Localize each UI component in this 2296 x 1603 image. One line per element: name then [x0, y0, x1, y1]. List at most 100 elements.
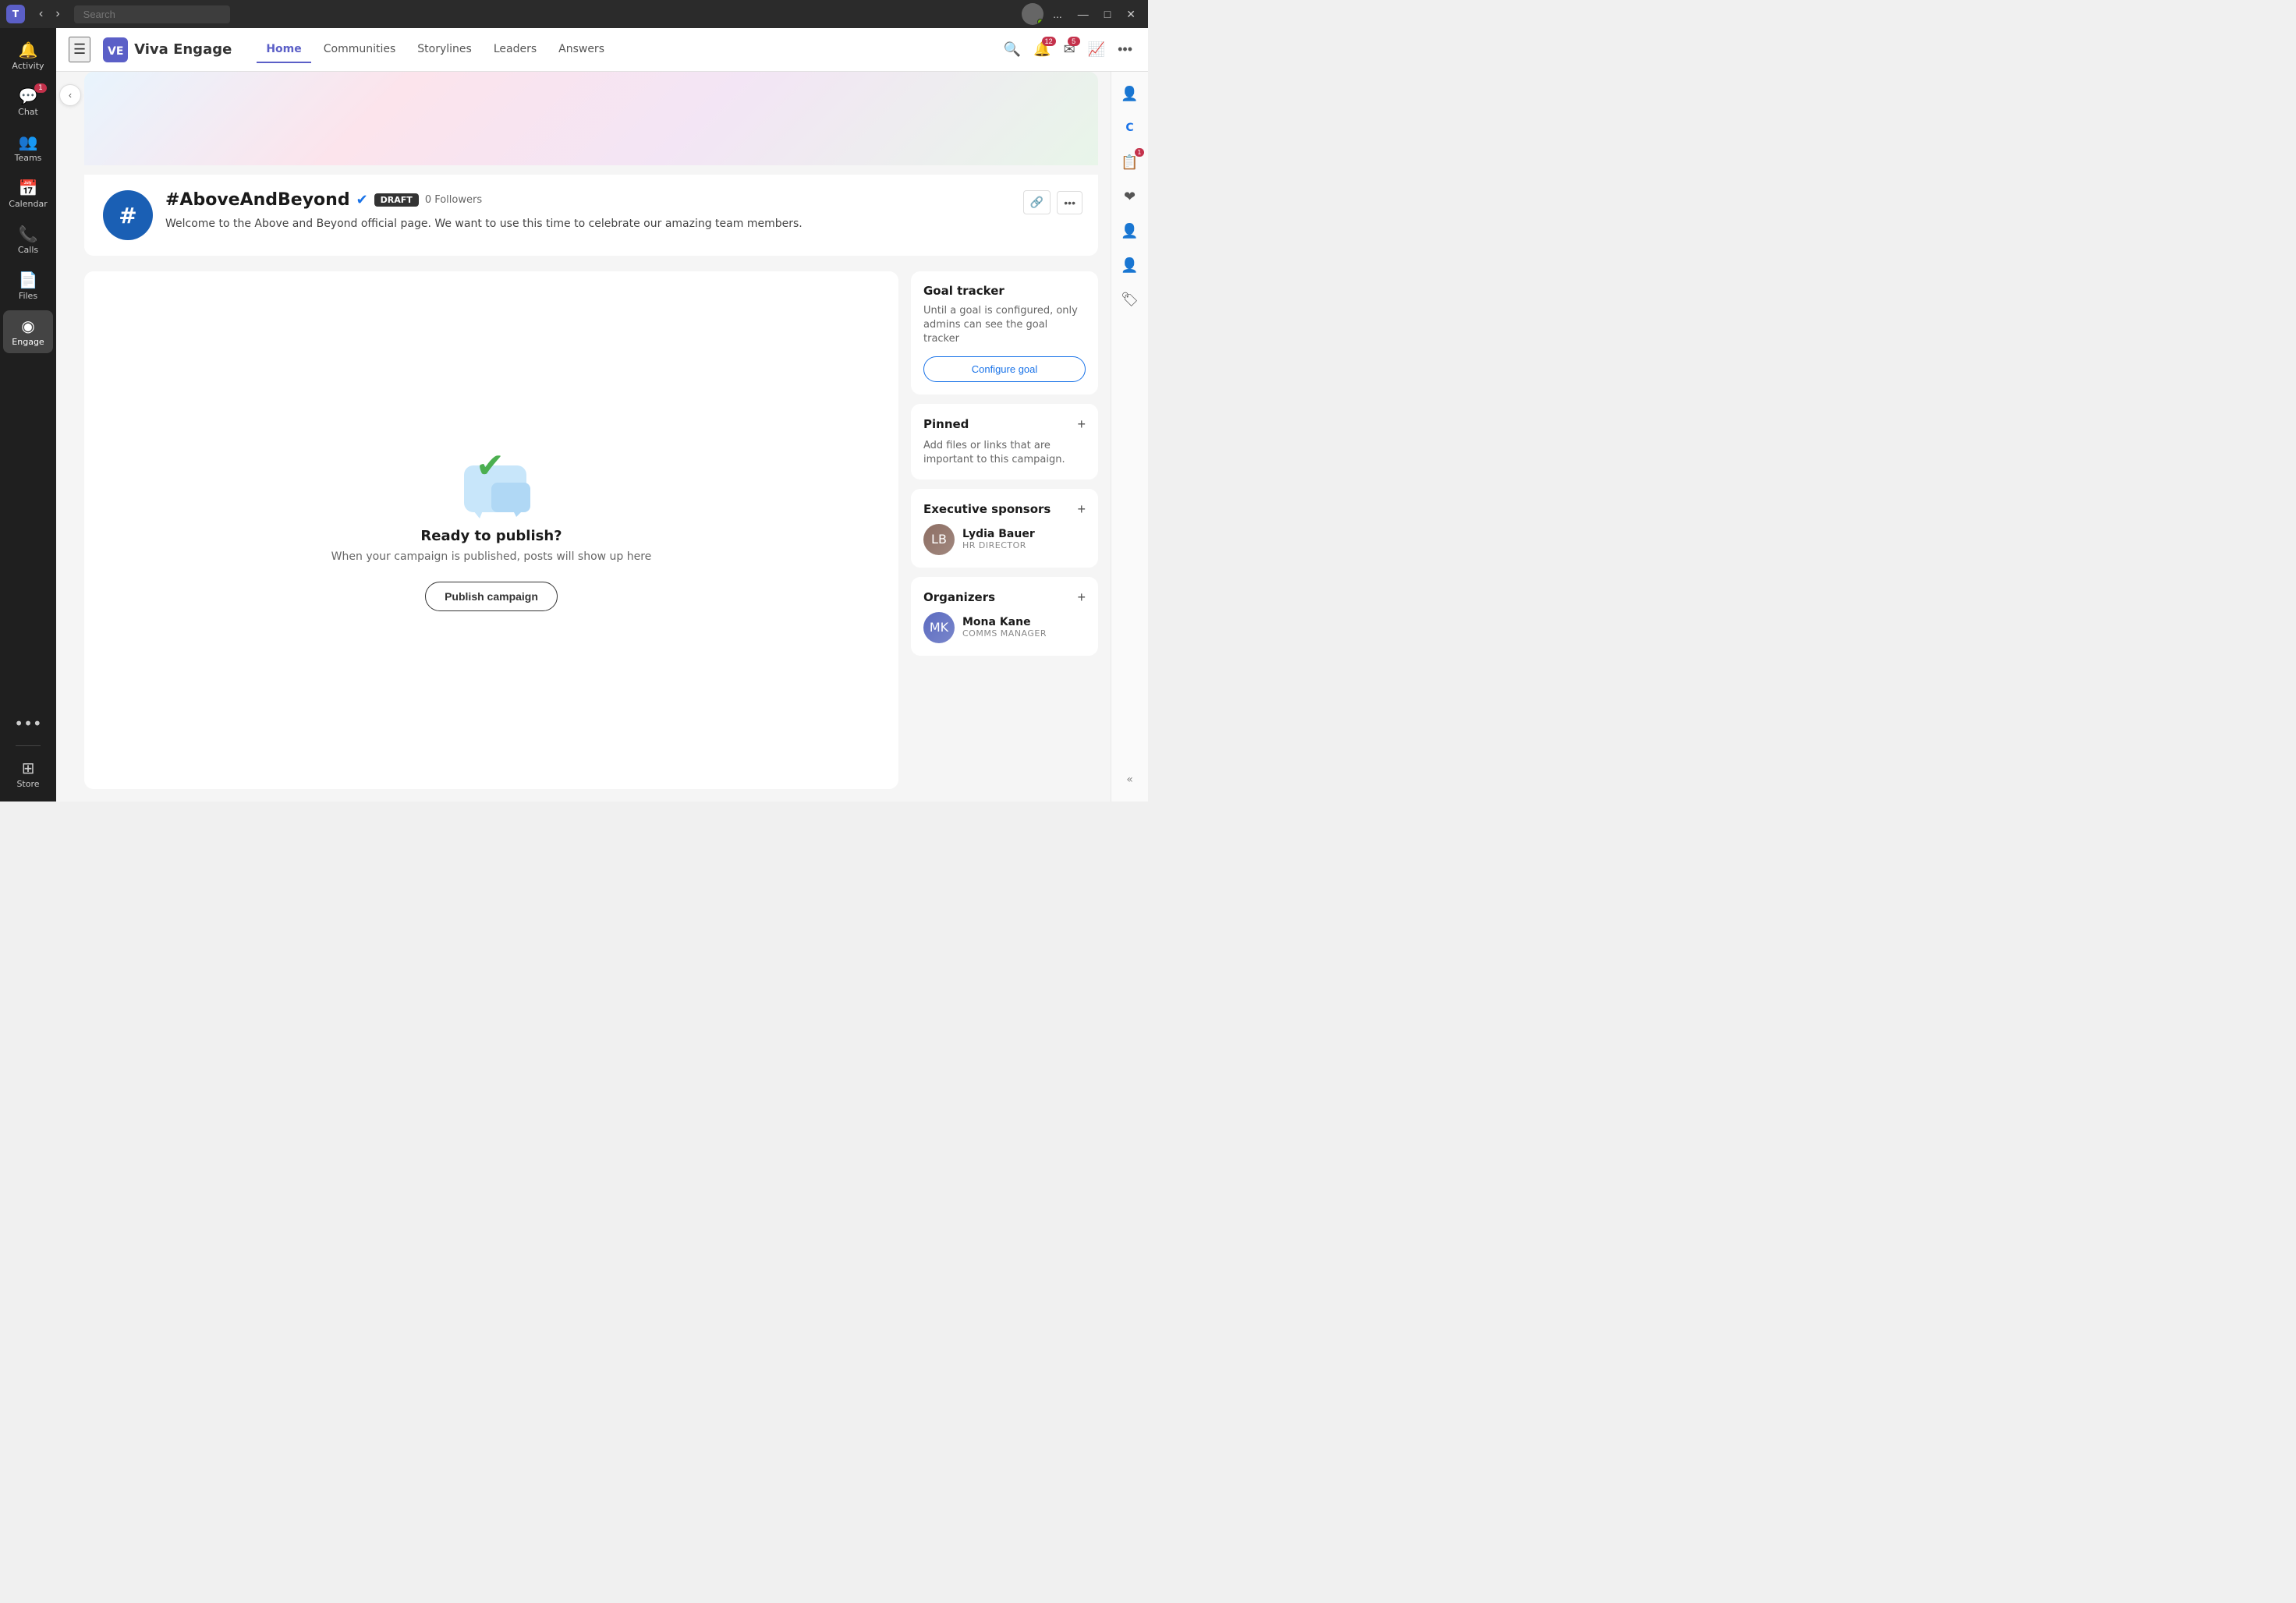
hamburger-button[interactable]: ☰: [69, 37, 90, 62]
sidebar-item-files[interactable]: 📄 Files: [3, 264, 53, 307]
sidebar-item-calls[interactable]: 📞 Calls: [3, 218, 53, 261]
sidebar-separator: [16, 745, 41, 746]
executive-sponsors-title: Executive sponsors: [923, 502, 1051, 516]
publish-illustration: ✔: [452, 450, 530, 512]
titlebar: T ‹ › ... — □ ✕: [0, 0, 1148, 28]
app-logo-text: Viva Engage: [134, 41, 232, 58]
chevrons-left-icon: «: [1126, 773, 1133, 786]
sidebar-item-activity[interactable]: 🔔 Activity: [3, 34, 53, 77]
maximize-button[interactable]: □: [1098, 5, 1117, 23]
pinned-header: Pinned +: [923, 416, 1086, 433]
tab-answers[interactable]: Answers: [549, 37, 614, 63]
organizers-widget: Organizers + MK Mona Kane COMMS MANAGER: [911, 577, 1098, 656]
lydia-name: Lydia Bauer: [962, 528, 1035, 540]
sidebar-item-chat[interactable]: 💬 1 Chat: [3, 80, 53, 123]
organizers-add-button[interactable]: +: [1077, 589, 1086, 606]
calls-icon: 📞: [19, 225, 38, 243]
executive-sponsors-add-button[interactable]: +: [1077, 501, 1086, 518]
organizer-row: MK Mona Kane COMMS MANAGER: [923, 612, 1086, 643]
mail-button[interactable]: ✉ 5: [1061, 38, 1079, 61]
sidebar-item-engage[interactable]: ◉ Engage: [3, 310, 53, 353]
executive-sponsor-row: LB Lydia Bauer HR DIRECTOR: [923, 524, 1086, 555]
store-icon: ⊞: [22, 759, 35, 777]
notifications-button[interactable]: 🔔 12: [1030, 38, 1054, 61]
sidebar-item-label-calendar: Calendar: [9, 199, 47, 209]
tab-leaders[interactable]: Leaders: [484, 37, 546, 63]
right-panel-app5[interactable]: 👤: [1114, 249, 1146, 281]
back-button[interactable]: ‹: [34, 5, 48, 23]
titlebar-search-input[interactable]: [74, 5, 230, 23]
main-area: ☰ VE Viva Engage Home Communities Storyl…: [56, 28, 1148, 802]
topbar-actions: 🔍 🔔 12 ✉ 5 📈 •••: [1001, 38, 1136, 61]
right-panel-app6[interactable]: 🏷: [1114, 284, 1146, 315]
lydia-role: HR DIRECTOR: [962, 540, 1035, 550]
campaign-title: #AboveAndBeyond: [165, 190, 350, 210]
calendar-icon: 📅: [19, 179, 38, 197]
titlebar-more-button[interactable]: ...: [1047, 5, 1068, 23]
chat-badge: 1: [34, 83, 47, 93]
user-avatar-icon: 👤: [1121, 86, 1138, 102]
close-button[interactable]: ✕: [1120, 5, 1142, 24]
notifications-badge: 12: [1042, 37, 1056, 46]
analytics-button[interactable]: 📈: [1085, 38, 1108, 61]
app1-icon: C: [1125, 122, 1133, 134]
campaign-content: # #AboveAndBeyond ✔ DRAFT 0 Followers We…: [84, 72, 1111, 802]
mona-role: COMMS MANAGER: [962, 628, 1047, 639]
pinned-widget: Pinned + Add files or links that are imp…: [911, 404, 1098, 479]
configure-goal-button[interactable]: Configure goal: [923, 356, 1086, 382]
goal-tracker-title: Goal tracker: [923, 284, 1004, 298]
card-actions: 🔗 •••: [1023, 190, 1082, 214]
collapse-sidebar-button[interactable]: ‹: [59, 84, 81, 106]
campaign-logo: #: [103, 190, 153, 240]
forward-button[interactable]: ›: [51, 5, 64, 23]
pinned-description: Add files or links that are important to…: [923, 439, 1086, 467]
more-button[interactable]: •••: [1057, 191, 1082, 214]
executive-sponsors-widget: Executive sponsors + LB Lydia Bauer HR D…: [911, 489, 1098, 568]
right-panel-app1[interactable]: C: [1114, 112, 1146, 143]
right-panel-app2[interactable]: 📋 1: [1114, 147, 1146, 178]
sidebar-item-label-files: Files: [19, 291, 37, 301]
goal-tracker-description: Until a goal is configured, only admins …: [923, 304, 1086, 347]
goal-tracker-widget: Goal tracker Until a goal is configured,…: [911, 271, 1098, 395]
draft-badge: DRAFT: [374, 193, 419, 207]
sidebar-item-calendar[interactable]: 📅 Calendar: [3, 172, 53, 215]
search-button[interactable]: 🔍: [1001, 38, 1024, 61]
tab-home[interactable]: Home: [257, 37, 310, 63]
mona-name: Mona Kane: [962, 616, 1047, 628]
tab-storylines[interactable]: Storylines: [408, 37, 481, 63]
sidebar-item-label-activity: Activity: [12, 61, 44, 71]
organizers-title: Organizers: [923, 590, 995, 604]
right-panel-app4[interactable]: 👤: [1114, 215, 1146, 246]
user-avatar-titlebar[interactable]: [1022, 3, 1043, 25]
pinned-add-button[interactable]: +: [1077, 416, 1086, 433]
right-sidebar: Goal tracker Until a goal is configured,…: [911, 271, 1098, 789]
teams-sidebar: 🔔 Activity 💬 1 Chat 👥 Teams 📅 Calendar 📞…: [0, 28, 56, 802]
sidebar-item-store[interactable]: ⊞ Store: [3, 752, 53, 795]
link-button[interactable]: 🔗: [1023, 190, 1051, 214]
verified-icon: ✔: [356, 192, 368, 208]
sidebar-more-button[interactable]: •••: [8, 708, 48, 739]
sidebar-item-label-store: Store: [16, 779, 39, 789]
more-options-button[interactable]: •••: [1114, 38, 1136, 61]
minimize-button[interactable]: —: [1072, 5, 1095, 23]
online-indicator: [1037, 19, 1043, 25]
publish-subtitle: When your campaign is published, posts w…: [331, 550, 652, 563]
sidebar-item-teams[interactable]: 👥 Teams: [3, 126, 53, 169]
app3-icon: ❤: [1124, 189, 1136, 205]
content-area: ‹ # #AboveAndBeyond ✔ DRAFT: [56, 72, 1148, 802]
mona-avatar: MK: [923, 612, 955, 643]
titlebar-nav: ‹ ›: [34, 5, 65, 23]
app2-badge: 1: [1135, 148, 1143, 157]
right-panel-user-avatar[interactable]: 👤: [1114, 78, 1146, 109]
right-panel-app3[interactable]: ❤: [1114, 181, 1146, 212]
sidebar-item-label-chat: Chat: [18, 107, 38, 117]
followers-count: 0 Followers: [425, 194, 482, 206]
right-panel-collapse-button[interactable]: «: [1114, 764, 1146, 795]
lydia-info: Lydia Bauer HR DIRECTOR: [962, 528, 1035, 550]
publish-campaign-button[interactable]: Publish campaign: [425, 582, 558, 611]
campaign-description: Welcome to the Above and Beyond official…: [165, 216, 1079, 232]
tab-communities[interactable]: Communities: [314, 37, 406, 63]
app4-icon: 👤: [1121, 223, 1138, 239]
campaign-title-row: #AboveAndBeyond ✔ DRAFT 0 Followers: [165, 190, 1079, 210]
app2-icon: 📋: [1121, 154, 1138, 171]
